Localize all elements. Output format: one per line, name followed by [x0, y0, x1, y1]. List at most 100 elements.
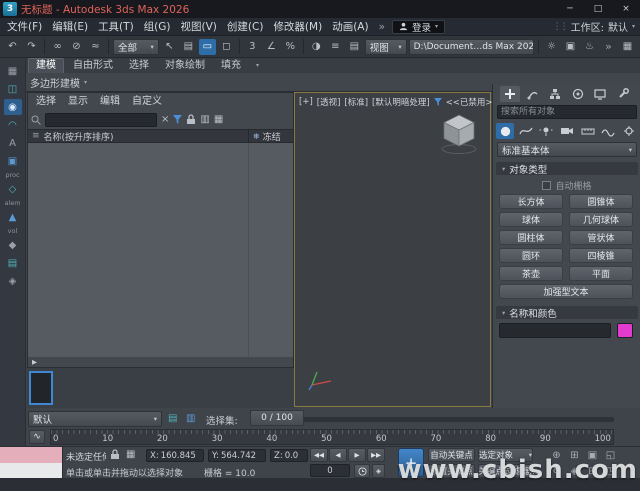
selection-lock-icon[interactable]: [110, 449, 120, 460]
tab-selection[interactable]: 选择: [122, 59, 156, 73]
undo-icon[interactable]: ↶: [4, 39, 21, 55]
layer-manager-icon[interactable]: ▤: [346, 39, 363, 55]
object-name-input[interactable]: [499, 323, 611, 338]
cylinder-button[interactable]: 圆柱体: [499, 230, 563, 245]
viewport-menu-pov[interactable]: [透视]: [317, 96, 341, 108]
mini-curve-editor-icon[interactable]: ∿: [29, 430, 45, 444]
create-selection-set-icon[interactable]: ▤: [168, 413, 177, 424]
cone-button[interactable]: 圆锥体: [569, 194, 633, 209]
go-to-end-button[interactable]: ▶▶: [367, 448, 385, 462]
project-folder-dropdown[interactable]: D:\Document…ds Max 2026 ▾: [408, 38, 534, 55]
column-config-icon[interactable]: ▦: [214, 114, 223, 125]
tab-populate[interactable]: 填充: [214, 59, 248, 73]
geosphere-button[interactable]: 几何球体: [569, 212, 633, 227]
time-slider-handle[interactable]: 0 / 100: [250, 410, 304, 426]
strip-grid-icon[interactable]: ▦: [4, 63, 22, 79]
object-color-swatch[interactable]: [617, 323, 633, 338]
mini-preview-thumbnail[interactable]: [29, 371, 53, 405]
percent-snap-icon[interactable]: %: [282, 39, 299, 55]
bind-to-space-warp-icon[interactable]: ≈: [87, 39, 104, 55]
go-to-start-button[interactable]: ◀◀: [310, 448, 328, 462]
tube-button[interactable]: 管状体: [569, 230, 633, 245]
viewport-menu-shading[interactable]: [默认明暗处理]: [372, 96, 430, 108]
frozen-column-header[interactable]: ❄ 冻结: [248, 130, 285, 143]
select-and-link-icon[interactable]: ∞: [49, 39, 66, 55]
column-chooser-icon[interactable]: ▥: [200, 114, 209, 125]
maximize-button[interactable]: □: [584, 0, 612, 18]
strip-label-proc[interactable]: proc: [1, 171, 25, 179]
current-frame-field[interactable]: 0: [310, 464, 350, 477]
toolbar-extra-icon[interactable]: ▦: [619, 39, 636, 55]
strip-display-icon[interactable]: ▣: [4, 153, 22, 169]
select-object-icon[interactable]: ↖: [161, 39, 178, 55]
strip-label-alem[interactable]: alem: [1, 199, 25, 207]
display-tab-icon[interactable]: [590, 86, 610, 102]
previous-frame-button[interactable]: ◀: [329, 448, 347, 462]
render-production-icon[interactable]: ♨: [581, 39, 598, 55]
selection-region-icon[interactable]: ▭: [198, 38, 216, 55]
close-button[interactable]: ×: [612, 0, 640, 18]
strip-text-icon[interactable]: A: [4, 135, 22, 151]
menu-file[interactable]: 文件(F): [2, 18, 47, 36]
snap-toggle-icon[interactable]: 3: [244, 39, 261, 55]
menu-tools[interactable]: 工具(T): [93, 18, 139, 36]
viewport-filter-funnel-icon[interactable]: [433, 98, 442, 106]
object-type-rollout[interactable]: ▾ 对象类型: [496, 162, 638, 176]
redo-icon[interactable]: ↷: [23, 39, 40, 55]
torus-button[interactable]: 圆环: [499, 248, 563, 263]
unlink-selection-icon[interactable]: ⊘: [68, 39, 85, 55]
hamburger-icon[interactable]: ≡: [28, 131, 44, 141]
panel-search-input[interactable]: [497, 105, 637, 119]
name-column-header[interactable]: 名称(按升序排序): [44, 130, 114, 143]
workspace-value[interactable]: 默认: [608, 19, 628, 34]
name-color-rollout[interactable]: ▾ 名称和颜色: [496, 306, 638, 320]
clear-search-icon[interactable]: ×: [161, 114, 169, 125]
motion-tab-icon[interactable]: [568, 86, 588, 102]
cameras-category-icon[interactable]: [558, 123, 576, 139]
plane-button[interactable]: 平面: [569, 266, 633, 281]
view-dropdown[interactable]: 视图 ▾: [364, 38, 407, 55]
chevron-down-icon[interactable]: ▾: [632, 23, 635, 30]
edit-selection-set-icon[interactable]: ▥: [186, 413, 195, 424]
sphere-button[interactable]: 球体: [499, 212, 563, 227]
text-plus-button[interactable]: 加强型文本: [499, 284, 633, 299]
create-tab-icon[interactable]: [500, 86, 521, 102]
space-warps-category-icon[interactable]: [599, 123, 617, 139]
menu-create[interactable]: 创建(C): [222, 18, 269, 36]
selection-filter-dropdown[interactable]: 全部 ▾: [113, 38, 159, 55]
tab-freeform[interactable]: 自由形式: [66, 59, 120, 73]
strip-scene-icon[interactable]: ◉: [3, 99, 22, 115]
render-setup-icon[interactable]: ☼: [543, 39, 560, 55]
strip-solid-icon[interactable]: ◆: [4, 237, 22, 253]
scroll-right-icon[interactable]: ▶: [28, 358, 37, 366]
y-coordinate-field[interactable]: Y: 564.742: [208, 449, 266, 462]
angle-snap-icon[interactable]: ∠: [263, 39, 280, 55]
viewport-menu-renderer[interactable]: [标准]: [344, 96, 368, 108]
x-coordinate-field[interactable]: X: 160.845: [146, 449, 204, 462]
viewport-menu-general[interactable]: [+]: [299, 97, 313, 107]
tab-object-paint[interactable]: 对象绘制: [158, 59, 212, 73]
minimize-button[interactable]: ─: [556, 0, 584, 18]
filter-funnel-icon[interactable]: [173, 115, 183, 124]
strip-curve-icon[interactable]: ◠: [4, 117, 22, 133]
utilities-tab-icon[interactable]: [613, 86, 633, 102]
menu-overflow-icon[interactable]: »: [374, 18, 390, 36]
render-frame-window-icon[interactable]: ▣: [562, 39, 579, 55]
teapot-button[interactable]: 茶壶: [499, 266, 563, 281]
menu-views[interactable]: 视图(V): [176, 18, 222, 36]
explorer-menu-customize[interactable]: 自定义: [126, 93, 168, 110]
strip-list-icon[interactable]: ▤: [4, 255, 22, 271]
pyramid-button[interactable]: 四棱锥: [569, 248, 633, 263]
explorer-menu-select[interactable]: 选择: [30, 93, 62, 110]
window-crossing-icon[interactable]: ◻: [218, 39, 235, 55]
ribbon-minimize-icon[interactable]: ▾: [250, 62, 265, 69]
named-selection-set-dropdown[interactable]: 默认 ▾: [28, 411, 162, 427]
box-button[interactable]: 长方体: [499, 194, 563, 209]
tab-modeling[interactable]: 建模: [28, 58, 64, 73]
align-icon[interactable]: ≡: [327, 39, 344, 55]
polygon-modeling-panel[interactable]: 多边形建模: [30, 75, 80, 90]
subcategory-dropdown[interactable]: 标准基本体 ▾: [497, 142, 637, 157]
lock-icon[interactable]: [186, 114, 196, 125]
systems-category-icon[interactable]: [620, 123, 638, 139]
explorer-hscroll[interactable]: ▶: [28, 357, 293, 367]
